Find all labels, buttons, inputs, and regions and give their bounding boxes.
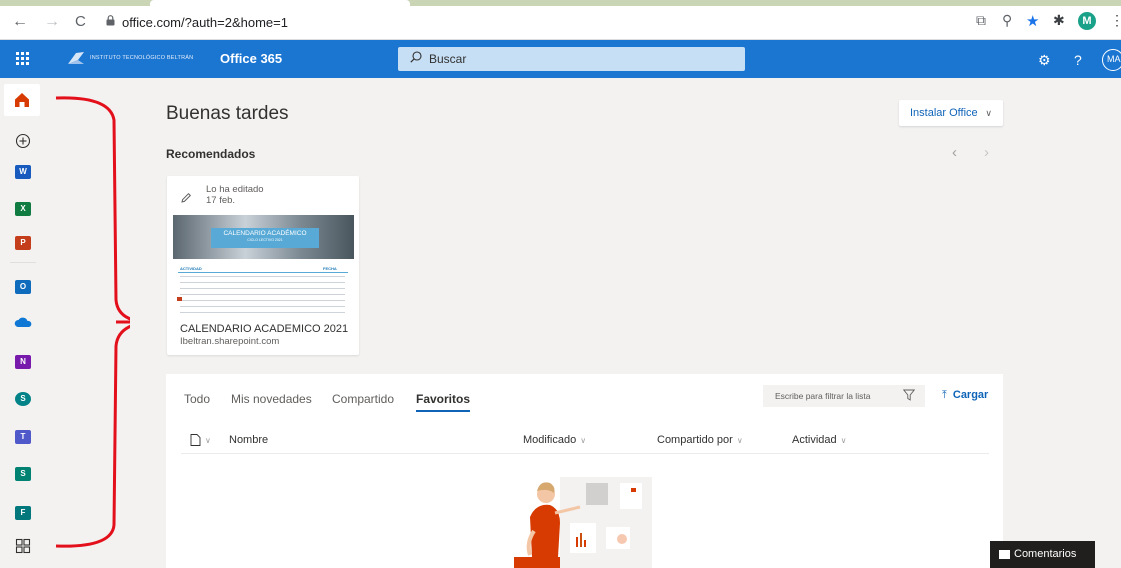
feedback-label: Comentarios [1014, 548, 1077, 560]
column-actividad[interactable]: Actividad ∨ [792, 434, 847, 446]
onenote-icon[interactable]: N [15, 355, 31, 369]
edited-info: Lo ha editado 17 feb. [206, 184, 264, 206]
header-divider [181, 453, 989, 454]
feedback-button[interactable]: Comentarios [990, 541, 1095, 568]
filter-icon [903, 389, 915, 401]
reload-icon[interactable]: C [75, 14, 86, 30]
powerpoint-icon[interactable]: P [15, 236, 31, 250]
extensions-icon[interactable]: ✱ [1053, 12, 1065, 29]
search-icon [410, 51, 422, 63]
chevron-down-icon: ∨ [985, 108, 992, 118]
annotation-bracket [55, 96, 130, 548]
tab-strip [0, 0, 1121, 6]
sharepoint-icon[interactable]: S [15, 392, 31, 406]
chevron-down-icon: ∨ [205, 436, 211, 445]
user-avatar[interactable]: MA [1102, 49, 1121, 71]
forms-icon[interactable]: F [15, 506, 31, 520]
bookmark-star-icon[interactable]: ★ [1026, 12, 1039, 30]
chrome-menu-icon[interactable]: ⋮ [1110, 12, 1121, 29]
teams-icon[interactable]: T [15, 430, 31, 444]
file-type-column[interactable]: ∨ [190, 434, 211, 447]
thumbnail-column-activity: ACTIVIDAD [180, 266, 202, 271]
column-modificado[interactable]: Modificado ∨ [523, 434, 586, 446]
upload-icon: ⤒ [942, 389, 947, 401]
file-thumbnail: CALENDARIO ACADÉMICO CICLO LECTIVO 2021 … [173, 215, 354, 315]
lock-icon [106, 15, 115, 26]
outlook-icon[interactable]: O [15, 280, 31, 294]
upload-label: Cargar [952, 389, 989, 401]
onedrive-icon[interactable] [14, 316, 32, 328]
thumbnail-title: CALENDARIO ACADÉMICO [223, 230, 307, 237]
pencil-icon [181, 192, 192, 203]
edited-line: Lo ha editado [206, 184, 264, 195]
help-icon[interactable]: ? [1074, 52, 1082, 68]
search-box[interactable]: Buscar [398, 47, 745, 71]
greeting-heading: Buenas tardes [166, 103, 289, 124]
home-icon [15, 93, 29, 107]
tab-mis-novedades[interactable]: Mis novedades [231, 392, 312, 406]
app-title[interactable]: Office 365 [220, 51, 282, 66]
next-icon[interactable]: › [984, 144, 989, 161]
tab-favoritos[interactable]: Favoritos [416, 392, 471, 412]
institute-name: INSTITUTO TECNOLÓGICO BELTRÁN [90, 55, 194, 61]
create-icon[interactable] [15, 133, 31, 149]
active-tab[interactable] [150, 0, 410, 6]
chevron-down-icon: ∨ [840, 436, 847, 445]
chevron-down-icon: ∨ [736, 436, 743, 445]
settings-gear-icon[interactable]: ⚙ [1038, 52, 1051, 69]
sway-icon[interactable]: S [15, 467, 31, 481]
browser-toolbar: ← → C office.com/?auth=2&home=1 ⧉ ⚲ ★ ✱ … [0, 0, 1121, 40]
thumbnail-column-date: FECHA [323, 266, 337, 271]
empty-state-illustration [514, 477, 652, 568]
rail-home-button[interactable] [4, 84, 40, 116]
profile-avatar[interactable]: M [1078, 12, 1096, 30]
install-app-icon[interactable]: ⧉ [976, 12, 986, 29]
address-bar[interactable]: office.com/?auth=2&home=1 [122, 15, 288, 30]
excel-icon[interactable]: X [15, 202, 31, 216]
column-compartido-por-label: Compartido por [657, 434, 733, 446]
file-name: CALENDARIO ACADEMICO 2021 [180, 323, 349, 335]
app-launcher-icon[interactable] [16, 52, 30, 66]
word-icon[interactable]: W [15, 165, 31, 179]
back-icon[interactable]: ← [12, 14, 28, 30]
column-compartido-por[interactable]: Compartido por ∨ [657, 434, 743, 446]
comment-icon [999, 550, 1010, 559]
previous-icon[interactable]: ‹ [952, 144, 957, 161]
column-nombre[interactable]: Nombre [229, 434, 268, 446]
column-modificado-label: Modificado [523, 434, 577, 446]
rail-divider [10, 262, 36, 263]
tab-compartido[interactable]: Compartido [332, 392, 394, 406]
thumbnail-subtitle: CICLO LECTIVO 2021 [247, 238, 283, 242]
filter-placeholder: Escribe para filtrar la lista [775, 391, 871, 401]
forward-icon[interactable]: → [44, 14, 60, 30]
search-placeholder: Buscar [429, 52, 467, 66]
file-location: Ibeltran.sharepoint.com [180, 336, 280, 347]
install-office-button[interactable]: Instalar Office ∨ [899, 100, 1003, 126]
chevron-down-icon: ∨ [580, 436, 587, 445]
file-icon [190, 434, 201, 447]
edited-date: 17 feb. [206, 195, 236, 206]
tab-todo[interactable]: Todo [184, 392, 210, 406]
recommended-file-card[interactable]: Lo ha editado 17 feb. CALENDARIO ACADÉMI… [167, 176, 359, 355]
zoom-icon[interactable]: ⚲ [1002, 12, 1012, 29]
filter-input[interactable]: Escribe para filtrar la lista [763, 385, 925, 407]
column-actividad-label: Actividad [792, 434, 837, 446]
files-panel: Todo Mis novedades Compartido Favoritos … [166, 374, 1003, 568]
upload-button[interactable]: ⤒ Cargar [942, 389, 988, 402]
recommended-heading: Recomendados [166, 147, 256, 161]
institute-logo[interactable] [67, 51, 85, 65]
all-apps-icon[interactable] [15, 538, 31, 554]
install-office-label: Instalar Office [910, 107, 978, 119]
